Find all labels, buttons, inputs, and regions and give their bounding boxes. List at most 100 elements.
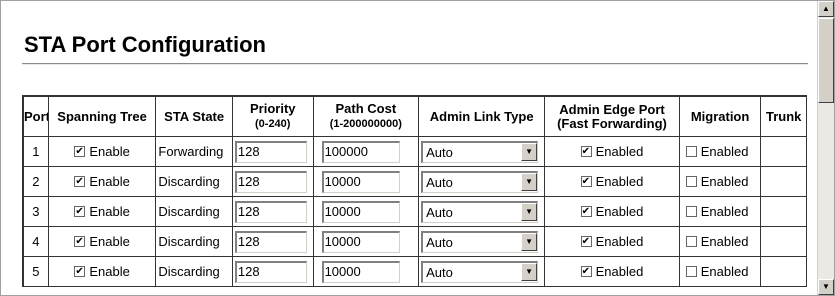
cell-admin-link-type: Auto ▼ xyxy=(419,137,546,167)
spanning-tree-checkbox[interactable] xyxy=(74,206,86,217)
cell-admin-link-type: Auto ▼ xyxy=(419,227,546,257)
cell-sta-state: Discarding xyxy=(156,227,233,257)
path-cost-input[interactable]: 100000 xyxy=(321,140,400,163)
cell-migration: Enabled xyxy=(679,197,762,227)
path-cost-input[interactable]: 10000 xyxy=(321,260,400,283)
migration-label: Enabled xyxy=(700,234,749,249)
header-trunk: Trunk xyxy=(761,97,807,137)
cell-port: 1 xyxy=(24,137,49,167)
admin-link-type-select[interactable]: Auto ▼ xyxy=(421,260,539,283)
browser-frame: STA Port Configuration Port Spanning Tre… xyxy=(0,0,835,296)
cell-sta-state: Discarding xyxy=(156,167,233,197)
migration-checkbox[interactable] xyxy=(685,146,697,157)
path-cost-input[interactable]: 10000 xyxy=(321,200,400,223)
header-port: Port xyxy=(24,97,49,137)
spanning-tree-checkbox[interactable] xyxy=(74,176,86,187)
cell-admin-edge-port: Enabled xyxy=(545,227,680,257)
chevron-down-icon[interactable]: ▼ xyxy=(521,232,538,251)
chevron-down-icon[interactable]: ▼ xyxy=(521,172,538,191)
chevron-down-icon[interactable]: ▼ xyxy=(521,202,538,221)
priority-input[interactable]: 128 xyxy=(234,200,307,223)
admin-edge-label: Enabled xyxy=(595,204,644,219)
header-priority-range: (0-240) xyxy=(255,118,291,130)
migration-label: Enabled xyxy=(700,174,749,189)
spanning-tree-label: Enable xyxy=(89,144,130,159)
path-cost-input[interactable]: 10000 xyxy=(321,170,400,193)
admin-edge-checkbox[interactable] xyxy=(580,236,592,247)
cell-path-cost: 100000 xyxy=(313,137,420,167)
admin-link-type-select[interactable]: Auto ▼ xyxy=(421,230,539,253)
cell-trunk xyxy=(761,257,807,287)
cell-priority: 128 xyxy=(232,197,314,227)
priority-input[interactable]: 128 xyxy=(234,170,307,193)
cell-port: 3 xyxy=(24,197,49,227)
cell-port: 2 xyxy=(24,167,49,197)
header-admin-link-type: Admin Link Type xyxy=(419,97,546,137)
arrow-down-icon[interactable]: ▼ xyxy=(818,279,834,295)
header-priority: Priority (0-240) xyxy=(232,97,314,137)
migration-checkbox[interactable] xyxy=(685,176,697,187)
migration-checkbox[interactable] xyxy=(685,206,697,217)
cell-migration: Enabled xyxy=(679,227,762,257)
cell-priority: 128 xyxy=(232,167,314,197)
cell-spanning-tree: Enable xyxy=(48,197,157,227)
admin-link-type-select[interactable]: Auto ▼ xyxy=(421,140,539,163)
spanning-tree-checkbox[interactable] xyxy=(74,146,86,157)
header-admin-edge-port-sub: (Fast Forwarding) xyxy=(557,115,667,131)
cell-migration: Enabled xyxy=(679,137,762,167)
spanning-tree-checkbox[interactable] xyxy=(74,266,86,277)
header-migration: Migration xyxy=(679,97,762,137)
chevron-down-icon[interactable]: ▼ xyxy=(521,142,538,161)
admin-edge-label: Enabled xyxy=(595,234,644,249)
admin-edge-checkbox[interactable] xyxy=(580,146,592,157)
cell-spanning-tree: Enable xyxy=(48,227,157,257)
page-content: STA Port Configuration Port Spanning Tre… xyxy=(2,2,818,295)
cell-admin-edge-port: Enabled xyxy=(545,257,680,287)
admin-edge-checkbox[interactable] xyxy=(580,176,592,187)
cell-spanning-tree: Enable xyxy=(48,137,157,167)
path-cost-input[interactable]: 10000 xyxy=(321,230,400,253)
migration-checkbox[interactable] xyxy=(685,266,697,277)
admin-edge-checkbox[interactable] xyxy=(580,206,592,217)
sta-port-table: Port Spanning Tree STA State Priority (0… xyxy=(22,95,807,287)
header-admin-edge-port-label: Admin Edge Port xyxy=(559,101,665,117)
cell-trunk xyxy=(761,167,807,197)
header-path-cost-range: (1-200000000) xyxy=(329,118,402,130)
chevron-down-icon[interactable]: ▼ xyxy=(521,262,538,281)
cell-priority: 128 xyxy=(232,257,314,287)
cell-admin-edge-port: Enabled xyxy=(545,197,680,227)
admin-link-type-select[interactable]: Auto ▼ xyxy=(421,170,539,193)
priority-input[interactable]: 128 xyxy=(234,230,307,253)
header-sta-state: STA State xyxy=(156,97,233,137)
admin-link-type-value: Auto xyxy=(426,204,453,220)
priority-input[interactable]: 128 xyxy=(234,260,307,283)
table-header-row: Port Spanning Tree STA State Priority (0… xyxy=(24,97,807,137)
page-title: STA Port Configuration xyxy=(24,32,266,57)
admin-link-type-select[interactable]: Auto ▼ xyxy=(421,200,539,223)
admin-link-type-value: Auto xyxy=(426,174,453,190)
admin-link-type-value: Auto xyxy=(426,234,453,250)
cell-port: 4 xyxy=(24,227,49,257)
cell-spanning-tree: Enable xyxy=(48,167,157,197)
cell-path-cost: 10000 xyxy=(313,197,420,227)
migration-checkbox[interactable] xyxy=(685,236,697,247)
cell-admin-edge-port: Enabled xyxy=(545,167,680,197)
cell-admin-edge-port: Enabled xyxy=(545,137,680,167)
vertical-scrollbar[interactable]: ▲ ▼ xyxy=(817,1,834,295)
admin-edge-checkbox[interactable] xyxy=(580,266,592,277)
cell-path-cost: 10000 xyxy=(313,257,420,287)
table-row: 2 Enable Discarding128 10000 Auto ▼ Enabled Ena… xyxy=(24,167,807,197)
header-admin-edge-port: Admin Edge Port (Fast Forwarding) xyxy=(545,97,680,137)
cell-trunk xyxy=(761,137,807,167)
cell-sta-state: Discarding xyxy=(156,257,233,287)
spanning-tree-checkbox[interactable] xyxy=(74,236,86,247)
table-row: 4 Enable Discarding128 10000 Auto ▼ Enabled Ena… xyxy=(24,227,807,257)
spanning-tree-label: Enable xyxy=(89,174,130,189)
arrow-up-icon[interactable]: ▲ xyxy=(818,1,834,17)
priority-input[interactable]: 128 xyxy=(234,140,307,163)
title-divider xyxy=(22,63,808,65)
cell-trunk xyxy=(761,197,807,227)
scrollbar-thumb[interactable] xyxy=(818,18,834,103)
admin-edge-label: Enabled xyxy=(595,144,644,159)
migration-label: Enabled xyxy=(700,264,749,279)
